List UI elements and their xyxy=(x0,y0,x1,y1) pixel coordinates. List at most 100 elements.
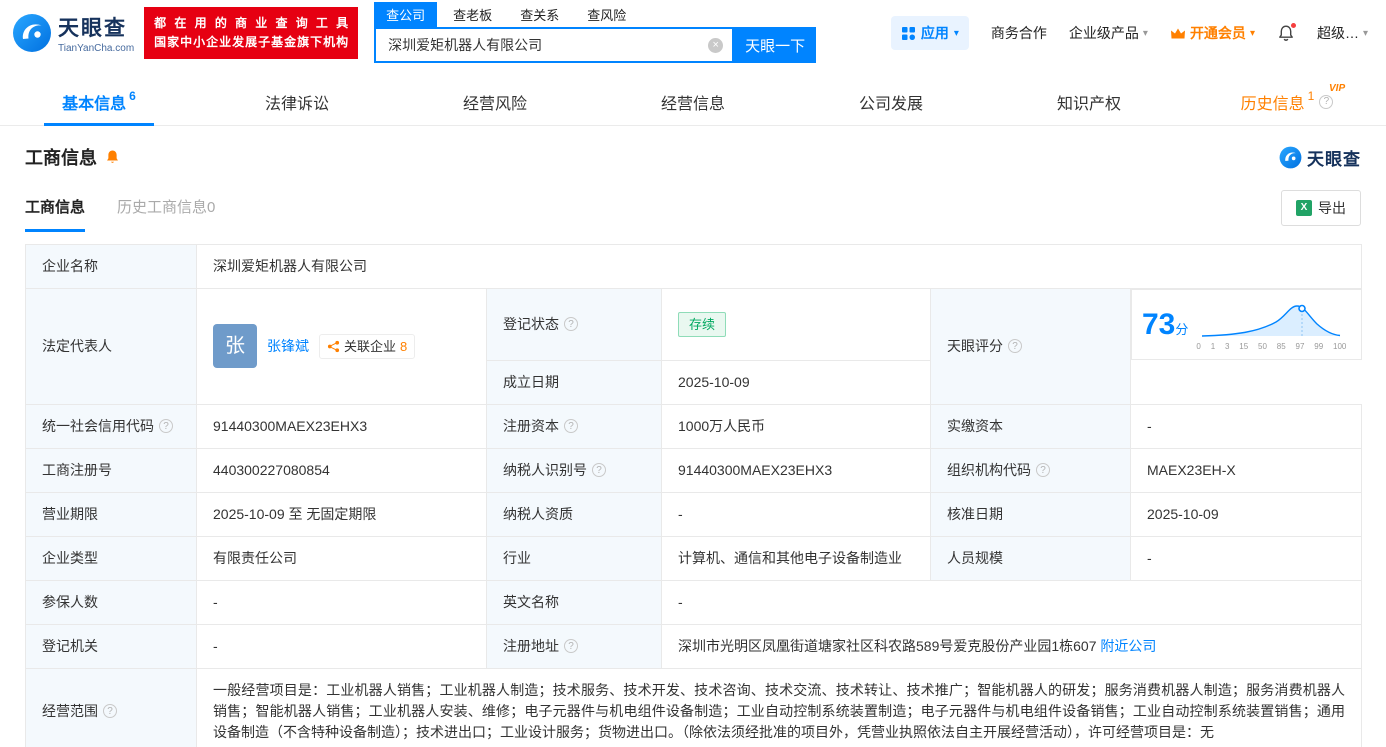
company-type-label: 企业类型 xyxy=(26,536,197,580)
tab-legal-proceedings[interactable]: 法律诉讼 xyxy=(198,78,396,125)
help-icon[interactable]: ? xyxy=(103,704,117,718)
reg-status-value: 存续 xyxy=(662,289,931,361)
taxpayer-quality-label: 纳税人资质 xyxy=(487,492,662,536)
related-companies-count: 8 xyxy=(400,337,407,357)
chevron-down-icon: ▾ xyxy=(1250,28,1255,39)
table-row: 企业类型 有限责任公司 行业 计算机、通信和其他电子设备制造业 人员规模 - xyxy=(26,536,1362,580)
export-button-label: 导出 xyxy=(1318,198,1346,218)
tab-intellectual-property[interactable]: 知识产权 xyxy=(990,78,1188,125)
reg-address-value: 深圳市光明区凤凰街道塘家社区科农路589号爱克股份产业园1栋607 附近公司 xyxy=(662,624,1362,668)
help-icon[interactable]: ? xyxy=(564,639,578,653)
search-tabs: 查公司 查老板 查关系 查风险 xyxy=(374,3,816,27)
credit-code-label: 统一社会信用代码 ? xyxy=(26,404,197,448)
status-badge: 存续 xyxy=(678,312,726,338)
score-curve xyxy=(1196,296,1346,340)
menu-business-cooperation[interactable]: 商务合作 xyxy=(991,23,1047,43)
company-type-value: 有限责任公司 xyxy=(197,536,487,580)
subtab-business-registration[interactable]: 工商信息 xyxy=(25,196,85,232)
tab-history-info[interactable]: 历史信息 1 VIP ? xyxy=(1188,78,1386,125)
score-label: 天眼评分 ? xyxy=(931,289,1131,405)
establish-date-value: 2025-10-09 xyxy=(662,360,931,404)
subtab-history-registration[interactable]: 历史工商信息0 xyxy=(117,196,215,232)
legal-rep-label: 法定代表人 xyxy=(26,289,197,405)
help-icon[interactable]: ? xyxy=(159,419,173,433)
network-icon xyxy=(327,340,340,353)
tab-legal-proceedings-label: 法律诉讼 xyxy=(265,90,329,114)
help-icon[interactable]: ? xyxy=(1319,95,1333,109)
approval-date-value: 2025-10-09 xyxy=(1131,492,1362,536)
tab-basic-info[interactable]: 基本信息 6 xyxy=(0,78,198,125)
brand-logo-icon xyxy=(12,13,52,53)
reg-authority-label: 登记机关 xyxy=(26,624,197,668)
search-tab-risk[interactable]: 查风险 xyxy=(575,2,638,27)
tab-business-risk[interactable]: 经营风险 xyxy=(396,78,594,125)
search-tab-boss[interactable]: 查老板 xyxy=(441,2,504,27)
brand-logo[interactable]: 天眼查 TianYanCha.com xyxy=(12,12,134,54)
english-name-value: - xyxy=(662,580,1362,624)
search-button[interactable]: 天眼一下 xyxy=(734,27,816,63)
menu-open-vip[interactable]: 开通会员 ▾ xyxy=(1170,23,1255,43)
search-box: × xyxy=(374,27,734,63)
reg-address-label: 注册地址 ? xyxy=(487,624,662,668)
export-button[interactable]: X 导出 xyxy=(1281,190,1361,226)
account-menu[interactable]: 超级… ▾ xyxy=(1317,23,1368,43)
search-tab-relation[interactable]: 查关系 xyxy=(508,2,571,27)
company-name-label: 企业名称 xyxy=(26,245,197,289)
score-axis-ticks: 01 315 5085 9799 100 xyxy=(1196,341,1346,353)
slogan-line-2: 国家中小企业发展子基金旗下机构 xyxy=(154,33,348,52)
establish-date-label: 成立日期 xyxy=(487,360,662,404)
business-scope-value: 一般经营项目是：工业机器人销售；工业机器人制造；技术服务、技术开发、技术咨询、技… xyxy=(197,668,1362,747)
score-marker xyxy=(1299,306,1305,312)
help-icon[interactable]: ? xyxy=(1008,339,1022,353)
table-row: 参保人数 - 英文名称 - xyxy=(26,580,1362,624)
insured-count-label: 参保人数 xyxy=(26,580,197,624)
org-code-value: MAEX23EH-X xyxy=(1131,448,1362,492)
search-input[interactable] xyxy=(376,29,732,61)
tab-intellectual-property-label: 知识产权 xyxy=(1057,90,1121,114)
score-unit: 分 xyxy=(1175,322,1188,337)
crown-icon xyxy=(1170,27,1186,40)
related-companies-label: 关联企业 xyxy=(344,337,396,357)
help-icon[interactable]: ? xyxy=(592,463,606,477)
industry-value: 计算机、通信和其他电子设备制造业 xyxy=(662,536,931,580)
reg-address-text: 深圳市光明区凤凰街道塘家社区科农路589号爱克股份产业园1栋607 xyxy=(678,638,1097,654)
company-nav-tabs: 基本信息 6 法律诉讼 经营风险 经营信息 公司发展 知识产权 历史信息 1 V… xyxy=(0,78,1386,126)
table-row: 营业期限 2025-10-09 至 无固定期限 纳税人资质 - 核准日期 202… xyxy=(26,492,1362,536)
score-chart: 01 315 5085 9799 100 xyxy=(1196,296,1346,353)
legal-rep-avatar[interactable]: 张 xyxy=(213,324,257,368)
account-name: 超级… xyxy=(1317,23,1359,43)
notifications-bell[interactable] xyxy=(1277,24,1295,42)
monitor-bell-icon[interactable] xyxy=(105,149,120,165)
business-term-value: 2025-10-09 至 无固定期限 xyxy=(197,492,487,536)
business-scope-label: 经营范围 ? xyxy=(26,668,197,747)
help-icon[interactable]: ? xyxy=(564,317,578,331)
help-icon[interactable]: ? xyxy=(564,419,578,433)
watermark-logo: 天眼查 xyxy=(1279,145,1361,170)
org-code-label: 组织机构代码 ? xyxy=(931,448,1131,492)
tab-company-development[interactable]: 公司发展 xyxy=(792,78,990,125)
menu-enterprise-products[interactable]: 企业级产品 ▾ xyxy=(1069,23,1148,43)
table-row: 法定代表人 张 张锋斌 关联企业 8 xyxy=(26,289,1362,361)
legal-rep-value: 张 张锋斌 关联企业 8 xyxy=(197,289,487,405)
company-name-value: 深圳爱矩机器人有限公司 xyxy=(197,245,1362,289)
watermark-logo-icon xyxy=(1279,146,1302,169)
tab-business-info-label: 经营信息 xyxy=(661,90,725,114)
notification-dot xyxy=(1290,22,1297,29)
search-tab-company[interactable]: 查公司 xyxy=(374,2,437,27)
english-name-label: 英文名称 xyxy=(487,580,662,624)
related-companies-badge[interactable]: 关联企业 8 xyxy=(319,334,415,360)
tab-basic-info-count: 6 xyxy=(129,89,136,103)
vip-tag: VIP xyxy=(1329,83,1345,94)
apps-menu[interactable]: 应用 ▾ xyxy=(891,16,969,50)
tab-history-info-label: 历史信息 xyxy=(1241,90,1305,114)
legal-rep-name-link[interactable]: 张锋斌 xyxy=(267,336,309,357)
industry-label: 行业 xyxy=(487,536,662,580)
chevron-down-icon: ▾ xyxy=(1363,28,1368,39)
tab-business-info[interactable]: 经营信息 xyxy=(594,78,792,125)
watermark-logo-text: 天眼查 xyxy=(1307,145,1361,170)
tab-company-development-label: 公司发展 xyxy=(859,90,923,114)
section-title: 工商信息 xyxy=(25,144,97,170)
table-row: 统一社会信用代码 ? 91440300MAEX23EHX3 注册资本 ? 100… xyxy=(26,404,1362,448)
help-icon[interactable]: ? xyxy=(1036,463,1050,477)
nearby-companies-link[interactable]: 附近公司 xyxy=(1100,638,1156,654)
